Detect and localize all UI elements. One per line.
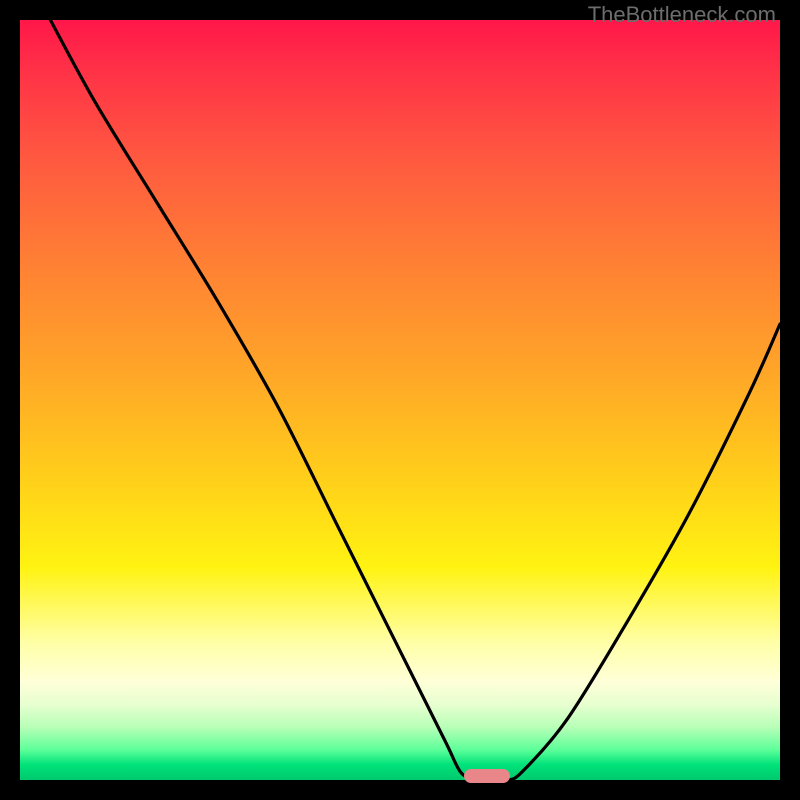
watermark-text: TheBottleneck.com: [588, 2, 776, 28]
bottleneck-curve: [20, 20, 780, 780]
plot-area: [20, 20, 780, 780]
optimal-marker: [464, 769, 510, 783]
chart-frame: TheBottleneck.com: [0, 0, 800, 800]
